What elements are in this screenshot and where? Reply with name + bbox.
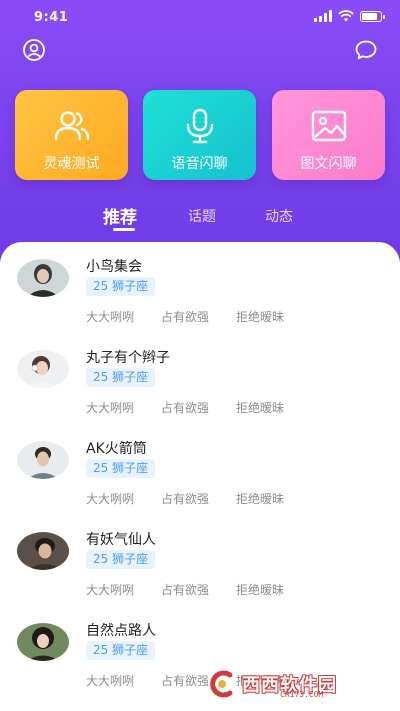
list-item[interactable]: 丸子有个辫子 25 狮子座 大大咧咧 占有欲强 拒绝暧昧	[0, 333, 400, 423]
tab-indicator	[113, 228, 135, 231]
feature-cards: 灵魂测试 语音闪聊 图文闪聊	[15, 90, 385, 180]
tag: 大大咧咧	[86, 492, 135, 506]
tag: 大大咧咧	[86, 583, 135, 597]
tag: 占有欲强	[161, 310, 210, 324]
tag: 拒绝暧昧	[236, 310, 285, 324]
tag-list: 大大咧咧 占有欲强 拒绝暧昧	[86, 581, 311, 598]
photo-chat-card[interactable]: 图文闪聊	[272, 90, 385, 180]
status-icons	[314, 10, 385, 22]
zodiac-badge: 25 狮子座	[86, 641, 156, 660]
tag: 占有欲强	[161, 492, 210, 506]
zodiac-badge: 25 狮子座	[86, 459, 156, 478]
voice-chat-label: 语音闪聊	[171, 156, 228, 172]
battery-icon	[360, 10, 385, 22]
tag-list: 大大咧咧 占有欲强 拒绝暧昧	[86, 308, 311, 325]
avatar[interactable]	[17, 623, 69, 661]
status-bar: 9:41	[0, 0, 400, 36]
user-list: 小鸟集会 25 狮子座 大大咧咧 占有欲强 拒绝暧昧 丸子有个辫子 25 狮子座…	[0, 242, 400, 711]
avatar[interactable]	[17, 259, 69, 297]
tag-list: 大大咧咧 占有欲强 拒绝暧昧	[86, 490, 311, 507]
user-name: AK火箭筒	[86, 441, 147, 457]
list-item[interactable]: 小鸟集会 25 狮子座 大大咧咧 占有欲强 拒绝暧昧	[0, 242, 400, 332]
avatar[interactable]	[17, 441, 69, 479]
tag: 拒绝暧昧	[236, 401, 285, 415]
tab-topics[interactable]: 话题	[188, 206, 216, 226]
user-name: 有妖气仙人	[86, 532, 156, 548]
zodiac-badge: 25 狮子座	[86, 550, 156, 569]
image-icon	[311, 110, 346, 142]
tag: 大大咧咧	[86, 401, 135, 415]
watermark-subtext: CR173.COM	[280, 690, 324, 699]
profile-icon[interactable]	[22, 38, 46, 62]
wifi-icon	[338, 10, 354, 22]
signal-icon	[314, 10, 332, 22]
two-people-icon	[54, 111, 89, 141]
tab-bar: 推荐 话题 动态	[0, 200, 400, 234]
tag-list: 大大咧咧 占有欲强 拒绝暧昧	[86, 399, 311, 416]
zodiac-badge: 25 狮子座	[86, 368, 156, 387]
avatar[interactable]	[17, 350, 69, 388]
microphone-icon	[186, 108, 213, 144]
tag: 占有欲强	[161, 583, 210, 597]
user-name: 自然点路人	[86, 623, 156, 639]
tag: 占有欲强	[161, 401, 210, 415]
photo-chat-label: 图文闪聊	[300, 156, 357, 172]
status-time: 9:41	[34, 10, 69, 25]
tag: 拒绝暧昧	[236, 583, 285, 597]
soul-test-card[interactable]: 灵魂测试	[15, 90, 128, 180]
tag: 大大咧咧	[86, 674, 135, 688]
tab-moments[interactable]: 动态	[265, 206, 293, 226]
tag: 拒绝暧昧	[236, 492, 285, 506]
voice-chat-card[interactable]: 语音闪聊	[143, 90, 256, 180]
list-item[interactable]: AK火箭筒 25 狮子座 大大咧咧 占有欲强 拒绝暧昧	[0, 424, 400, 514]
tab-recommend[interactable]: 推荐	[103, 203, 137, 228]
list-item[interactable]: 有妖气仙人 25 狮子座 大大咧咧 占有欲强 拒绝暧昧	[0, 515, 400, 605]
user-name: 小鸟集会	[86, 259, 142, 275]
watermark-logo-icon	[210, 670, 233, 698]
user-name: 丸子有个辫子	[86, 350, 170, 366]
message-icon[interactable]	[354, 38, 378, 62]
avatar[interactable]	[17, 532, 69, 570]
watermark: 西西软件园 CR173.COM	[200, 664, 385, 704]
soul-test-label: 灵魂测试	[43, 156, 100, 172]
tag: 大大咧咧	[86, 310, 135, 324]
zodiac-badge: 25 狮子座	[86, 277, 156, 296]
